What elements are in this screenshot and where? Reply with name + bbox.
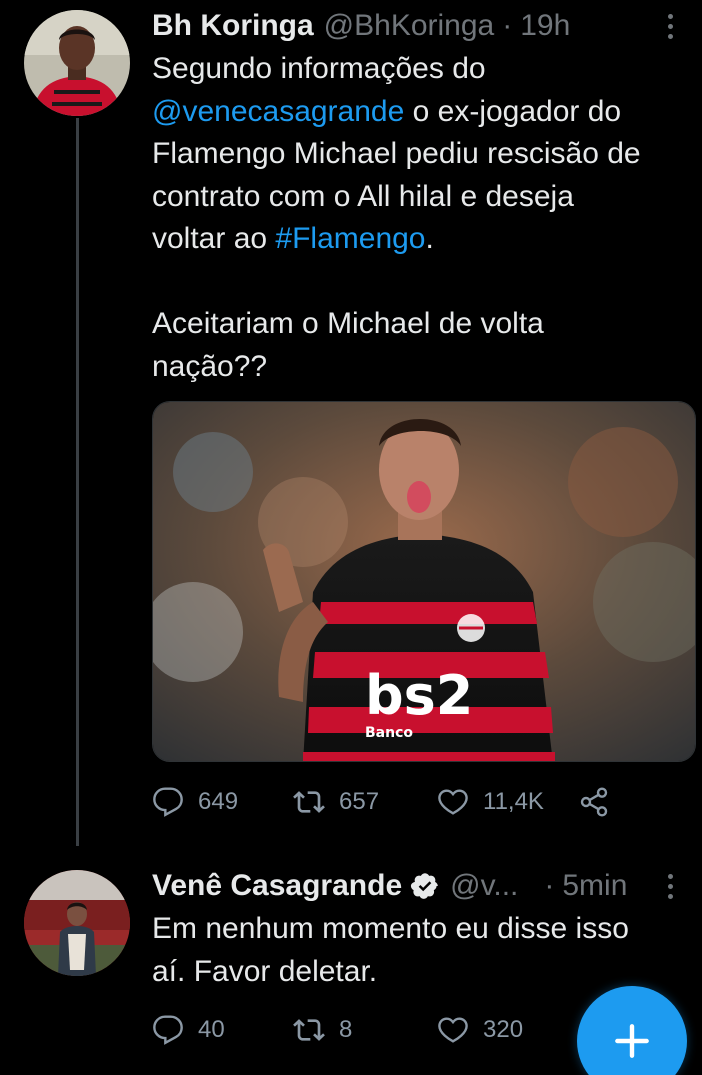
like-button[interactable]: 11,4K [437,782,544,822]
sponsor-logo: bs2 [365,664,473,727]
heart-icon [438,789,468,815]
tweet-header: Bh Koringa @BhKoringa · 19h [152,4,682,48]
more-icon[interactable] [658,868,682,904]
retweet-count: 657 [339,788,380,815]
tweet-original[interactable]: Bh Koringa @BhKoringa · 19h Segundo info… [0,0,702,850]
sponsor-subtext: Banco [365,725,413,741]
mention-link[interactable]: @venecasagrande [152,95,404,128]
tweet-text-part: Segundo informações do [152,52,486,85]
hashtag-link[interactable]: #Flamengo [275,222,425,255]
like-count: 320 [483,1016,524,1043]
more-icon[interactable] [658,8,682,44]
tweet-image[interactable]: bs2 Banco [152,401,696,762]
reply-icon [153,787,183,817]
reply-button[interactable]: 40 [152,1010,225,1050]
tweet-header: Venê Casagrande @v... · 5min [152,864,682,908]
reply-count: 40 [198,1016,225,1043]
reply-count: 649 [198,788,239,815]
heart-icon [438,1017,468,1043]
retweet-icon [293,791,325,813]
avatar-vene-casagrande[interactable] [24,870,130,976]
author-handle[interactable]: @BhKoringa [324,9,495,43]
retweet-icon [293,1019,325,1041]
author-name[interactable]: Venê Casagrande [152,869,402,903]
tweet-text: Segundo informações do @venecasagrande o… [152,48,692,388]
separator-dot: · [502,9,513,42]
like-button[interactable]: 320 [437,1010,523,1050]
reply-icon [153,1015,183,1045]
tweet-time[interactable]: 19h [520,9,570,43]
verified-badge-icon [410,871,440,901]
avatar-bh-koringa[interactable] [24,10,130,116]
thread-line [76,118,79,846]
retweet-count: 8 [339,1016,353,1043]
retweet-button[interactable]: 8 [293,1010,352,1050]
separator-dot: · [544,869,555,902]
retweet-button[interactable]: 657 [293,782,379,822]
reply-button[interactable]: 649 [152,782,238,822]
like-count: 11,4K [483,788,544,815]
compose-plus-icon [615,1024,649,1058]
author-handle[interactable]: @v... [450,869,518,903]
author-name[interactable]: Bh Koringa [152,9,314,43]
share-icon [580,787,608,817]
tweet-time[interactable]: 5min [562,869,627,903]
tweet-text: Em nenhum momento eu disse isso aí. Favo… [152,912,629,988]
share-button[interactable] [578,782,610,822]
